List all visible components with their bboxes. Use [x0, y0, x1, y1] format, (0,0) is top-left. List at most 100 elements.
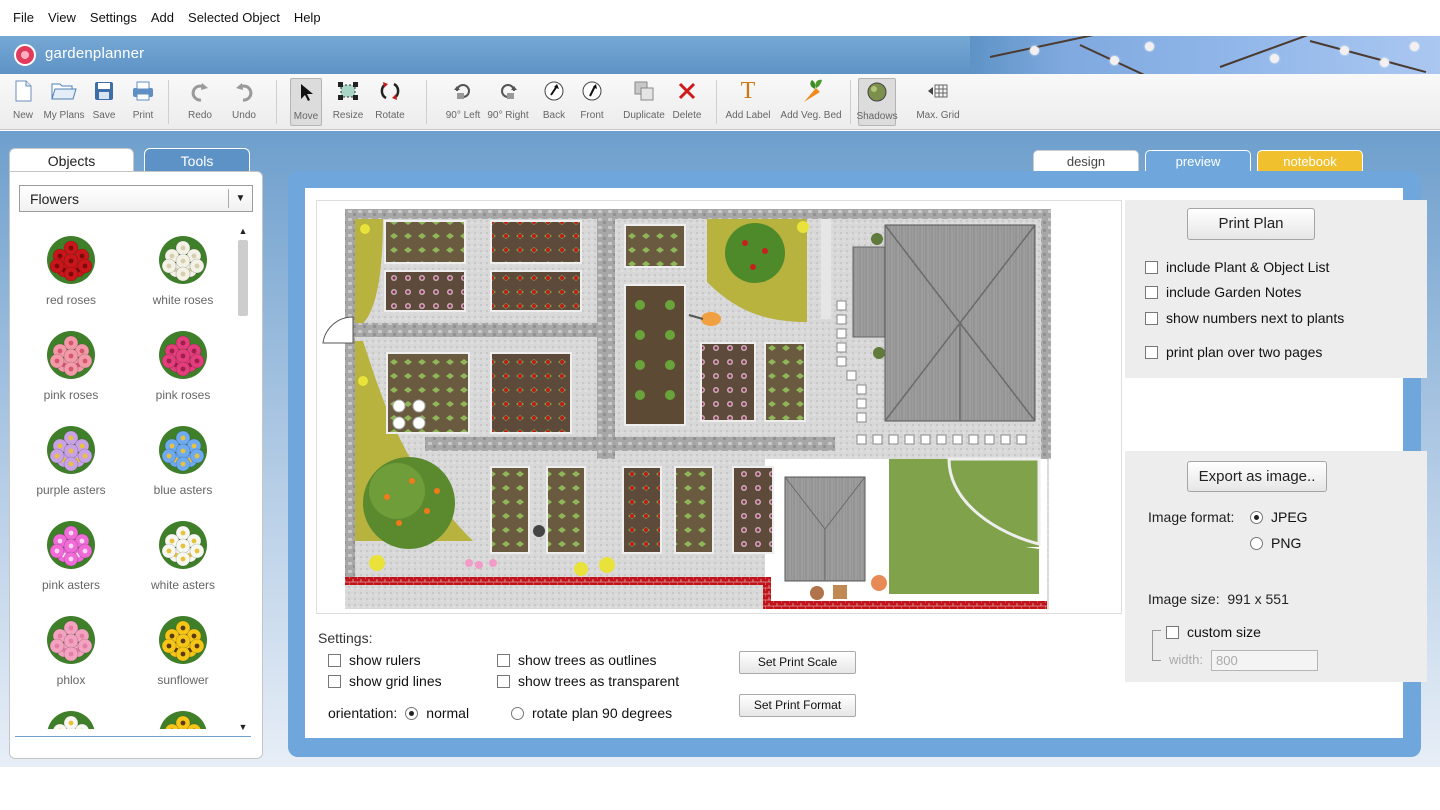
tab-preview[interactable]: preview	[1145, 150, 1251, 172]
menu-help[interactable]: Help	[287, 0, 328, 36]
show-numbers-checkbox[interactable]: show numbers next to plants	[1145, 310, 1344, 326]
image-size-value: 991 x 551	[1227, 591, 1289, 607]
format-png-radio[interactable]: PNG	[1250, 535, 1301, 551]
set-print-scale-button[interactable]: Set Print Scale	[739, 651, 856, 674]
custom-size-checkbox[interactable]: custom size	[1166, 624, 1261, 640]
save-button[interactable]: Save	[89, 78, 119, 126]
add-label-button[interactable]: T Add Label	[724, 78, 772, 126]
garden-plan-preview	[316, 200, 1122, 614]
add-veg-bed-button[interactable]: Add Veg. Bed	[778, 78, 844, 126]
undo-arrow-icon	[236, 83, 253, 102]
print-plan-button[interactable]: Print Plan	[1187, 208, 1315, 240]
menu-selected-object[interactable]: Selected Object	[181, 0, 287, 36]
printer-icon	[133, 81, 153, 101]
send-back-icon	[544, 81, 564, 101]
rotate-left-button[interactable]: 90° Left	[442, 78, 484, 126]
plant-item-pink-roses[interactable]: pink roses	[15, 329, 127, 402]
plant-item-white-asters[interactable]: white asters	[127, 519, 235, 592]
rotate-right-button[interactable]: 90° Right	[486, 78, 530, 126]
plant-item-white-roses[interactable]: white roses	[127, 234, 235, 307]
rotate-tool-button[interactable]: Rotate	[372, 78, 408, 126]
bottom-strip	[0, 767, 1440, 810]
max-grid-button[interactable]: Max. Grid	[914, 78, 962, 126]
garden-planner-logo-icon	[14, 44, 36, 66]
bring-front-button[interactable]: Front	[576, 78, 608, 126]
send-back-button[interactable]: Back	[538, 78, 570, 126]
menu-view[interactable]: View	[41, 0, 83, 36]
show-trees-transparent-checkbox[interactable]: show trees as transparent	[497, 673, 679, 689]
menu-bar: File View Settings Add Selected Object H…	[0, 0, 1440, 36]
new-button[interactable]: New	[8, 78, 38, 126]
image-format-label: Image format:	[1148, 509, 1235, 525]
scroll-up-icon[interactable]: ▲	[236, 224, 250, 238]
plant-item-purple-asters[interactable]: purple asters	[15, 424, 127, 497]
brand-name: gardenplanner	[45, 45, 145, 62]
duplicate-button[interactable]: Duplicate	[622, 78, 666, 126]
duplicate-icon	[634, 81, 654, 101]
show-grid-lines-checkbox[interactable]: show grid lines	[328, 673, 442, 689]
rotate-left-icon	[454, 84, 470, 99]
shadow-ball-icon	[867, 82, 887, 102]
folder-open-icon	[51, 83, 77, 100]
plant-item-red-roses[interactable]: red roses	[15, 234, 127, 307]
show-rulers-checkbox[interactable]: show rulers	[328, 652, 421, 668]
show-trees-outlines-checkbox[interactable]: show trees as outlines	[497, 652, 657, 668]
plant-item-pink-asters[interactable]: pink asters	[15, 519, 127, 592]
rotate-right-icon	[501, 84, 517, 99]
plant-list: red roses white roses pink roses pink ro…	[15, 224, 235, 729]
include-list-checkbox[interactable]: include Plant & Object List	[1145, 259, 1329, 275]
sunflower-icon	[159, 711, 207, 729]
my-plans-button[interactable]: My Plans	[41, 78, 87, 126]
grid-icon	[928, 84, 948, 98]
plant-item-sunflower[interactable]: sunflower	[127, 614, 235, 687]
category-select[interactable]: Flowers ▼	[19, 185, 253, 212]
orientation-group: orientation: normal	[328, 705, 469, 721]
export-image-button[interactable]: Export as image..	[1187, 461, 1327, 492]
menu-add[interactable]: Add	[144, 0, 181, 36]
plant-item-pink-roses-dark[interactable]: pink roses	[127, 329, 235, 402]
menu-file[interactable]: File	[6, 0, 41, 36]
include-notes-checkbox[interactable]: include Garden Notes	[1145, 284, 1301, 300]
print-button[interactable]: Print	[128, 78, 158, 126]
settings-label: Settings:	[318, 630, 373, 646]
undo-button[interactable]: Undo	[228, 78, 260, 126]
format-jpeg-radio[interactable]: JPEG	[1250, 509, 1308, 525]
tab-tools[interactable]: Tools	[144, 148, 250, 172]
two-pages-checkbox[interactable]: print plan over two pages	[1145, 344, 1322, 360]
tab-design[interactable]: design	[1033, 150, 1139, 172]
resize-tool-button[interactable]: Resize	[332, 78, 364, 126]
delete-button[interactable]: Delete	[670, 78, 704, 126]
pink-asters-icon	[47, 521, 95, 569]
blossom-banner	[970, 36, 1440, 74]
plant-list-scrollbar[interactable]: ▲ ▼	[236, 224, 250, 734]
plant-item-partial-sun[interactable]	[127, 709, 235, 729]
move-tool-button[interactable]: Move	[290, 78, 322, 126]
plant-item-partial[interactable]	[15, 709, 127, 729]
width-label: width:	[1169, 652, 1203, 667]
new-file-icon	[15, 80, 32, 102]
category-value: Flowers	[30, 191, 80, 207]
image-size-label: Image size: 991 x 551	[1148, 591, 1289, 607]
plant-item-blue-asters[interactable]: blue asters	[127, 424, 235, 497]
set-print-format-button[interactable]: Set Print Format	[739, 694, 856, 717]
tab-notebook[interactable]: notebook	[1257, 150, 1363, 172]
shadows-toggle[interactable]: Shadows	[856, 78, 898, 126]
delete-x-icon	[678, 82, 696, 100]
orientation-normal-radio[interactable]: normal	[405, 705, 469, 721]
cursor-arrow-icon	[301, 84, 313, 101]
vegetable-icon	[804, 79, 822, 102]
plant-item-phlox[interactable]: phlox	[15, 614, 127, 687]
scroll-thumb[interactable]	[238, 240, 248, 316]
white-asters-icon	[159, 521, 207, 569]
orientation-rotate-radio[interactable]: rotate plan 90 degrees	[511, 705, 672, 721]
white-roses-icon	[159, 236, 207, 284]
width-input[interactable]: 800	[1211, 650, 1318, 671]
tab-objects[interactable]: Objects	[9, 148, 134, 172]
resize-handles-icon	[338, 82, 358, 100]
scroll-down-icon[interactable]: ▼	[236, 720, 250, 734]
garden-plan-drawing	[322, 209, 1051, 609]
objects-panel: Flowers ▼ red roses white roses pink ros…	[9, 171, 263, 759]
redo-button[interactable]: Redo	[184, 78, 216, 126]
menu-settings[interactable]: Settings	[83, 0, 144, 36]
pink-roses-icon	[47, 331, 95, 379]
